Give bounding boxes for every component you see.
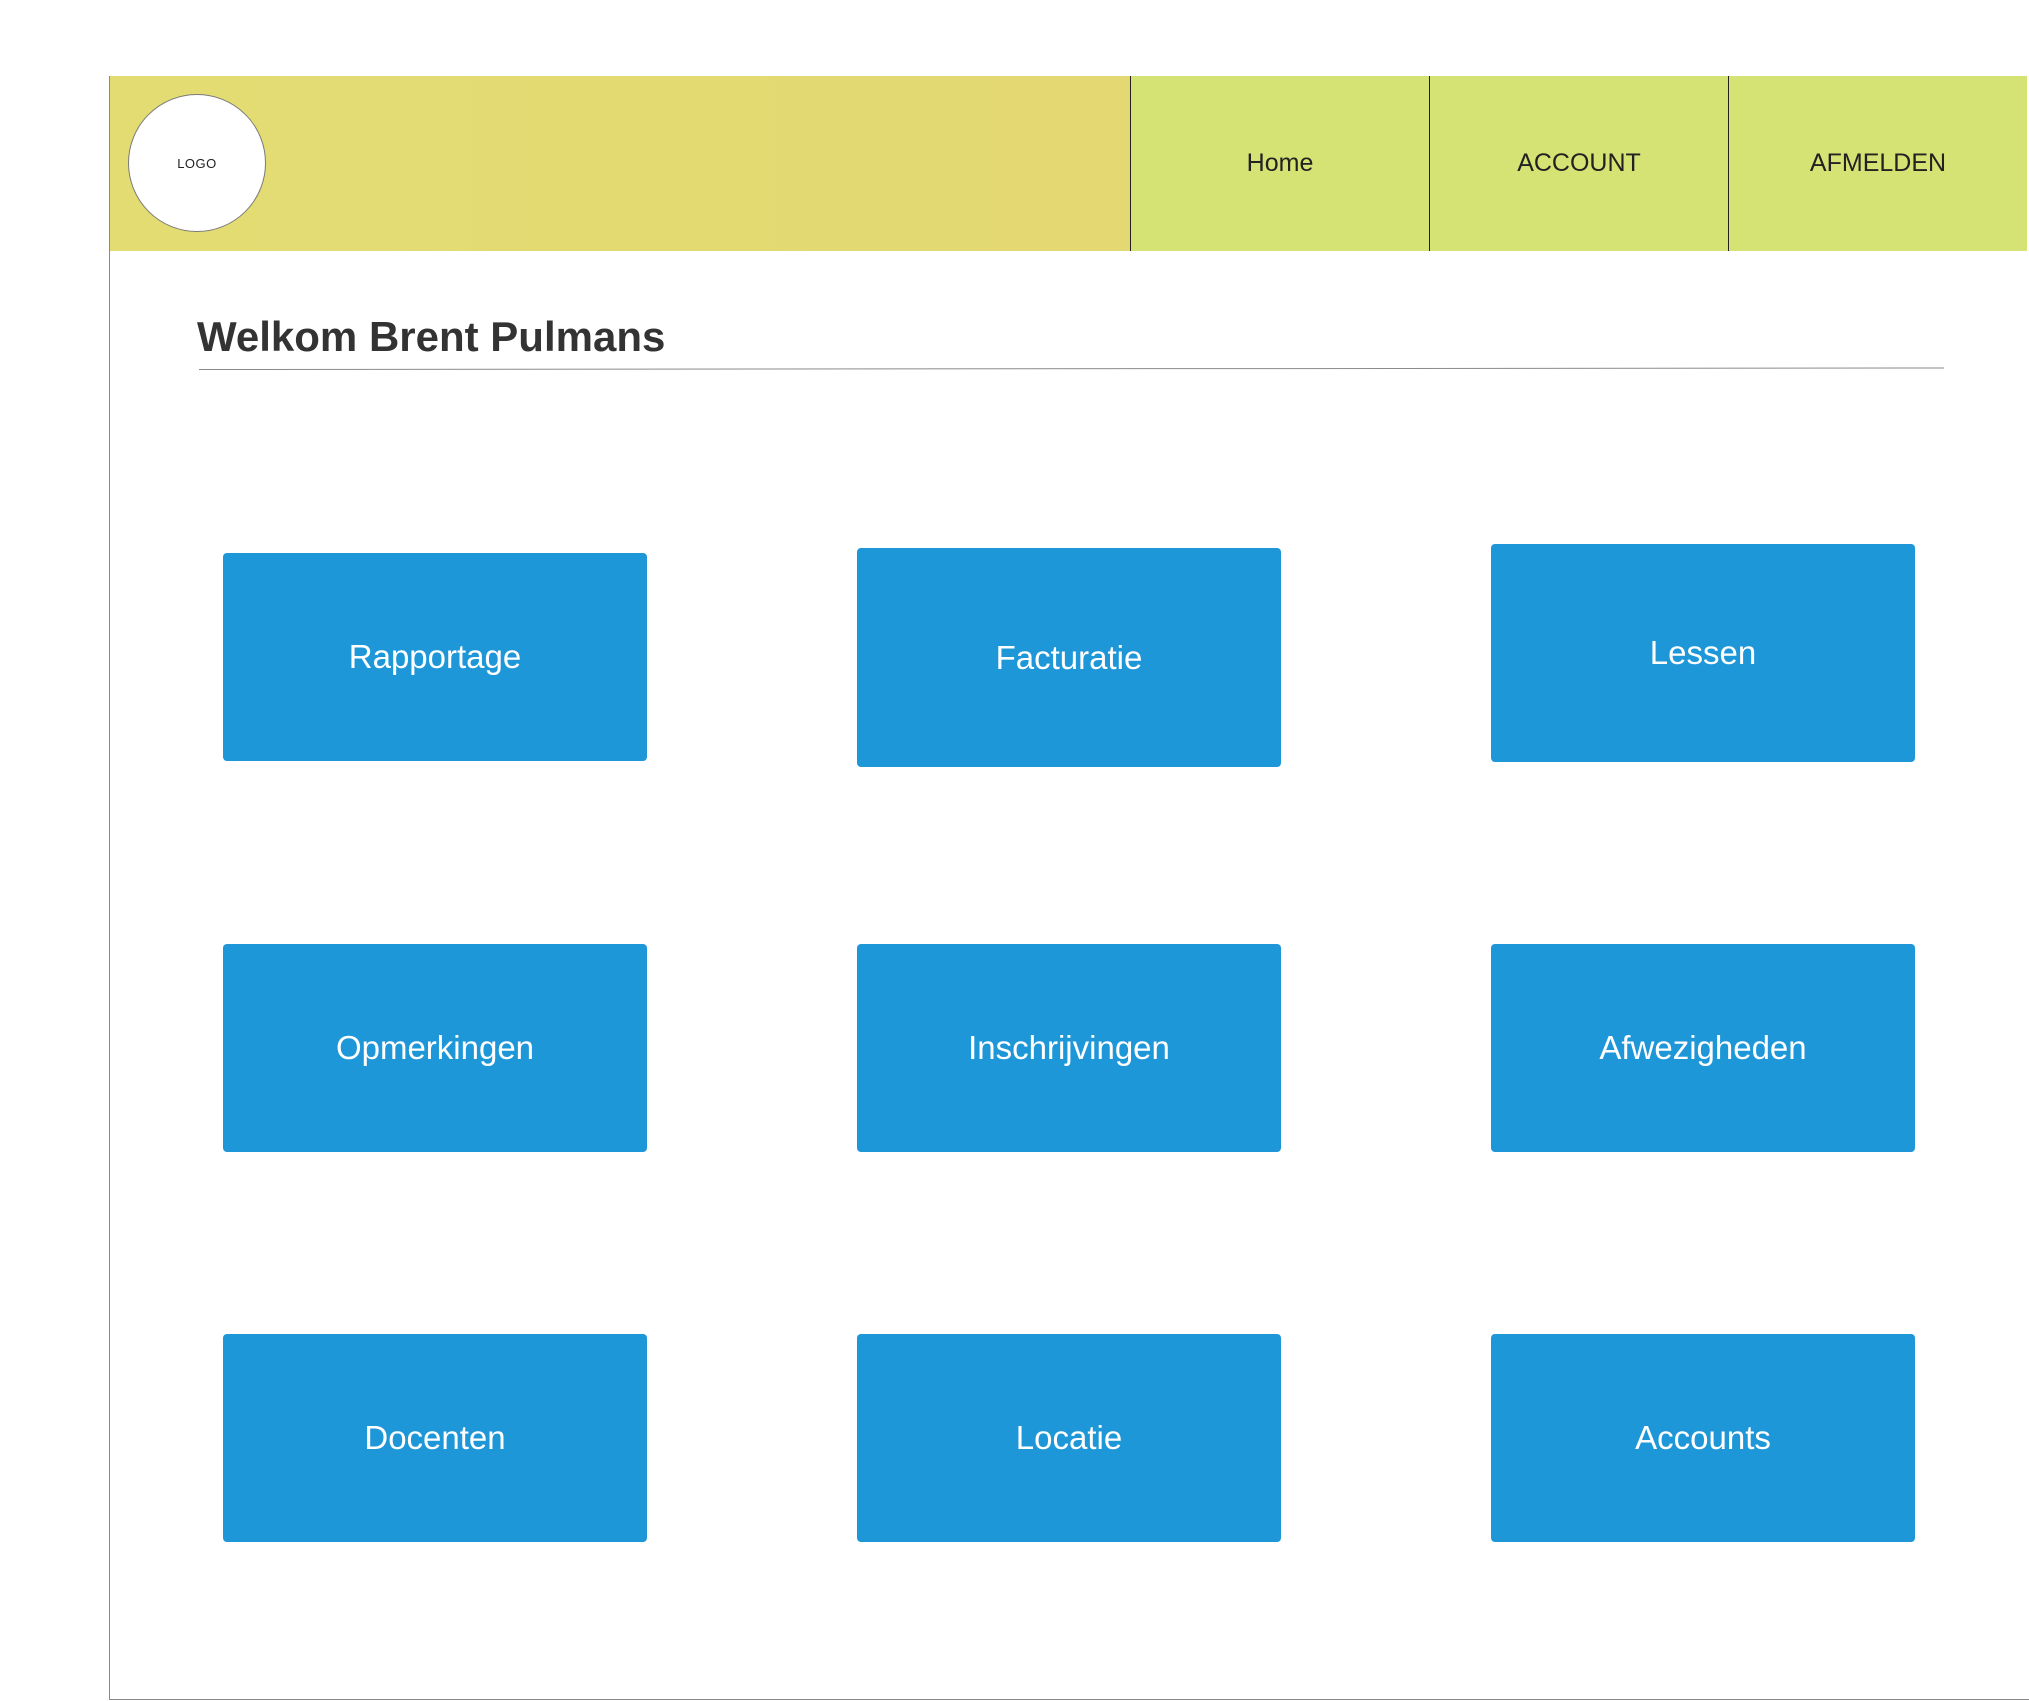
logo-text: LOGO bbox=[177, 155, 217, 171]
brand-bar: LOGO bbox=[110, 76, 1130, 251]
tile-afwezigheden[interactable]: Afwezigheden bbox=[1491, 944, 1915, 1152]
nav-logout[interactable]: AFMELDEN bbox=[1728, 76, 2027, 251]
tile-facturatie[interactable]: Facturatie bbox=[857, 548, 1281, 767]
tile-opmerkingen[interactable]: Opmerkingen bbox=[223, 944, 647, 1152]
nav-home[interactable]: Home bbox=[1130, 76, 1429, 251]
nav-account[interactable]: ACCOUNT bbox=[1429, 76, 1728, 251]
main-nav: Home ACCOUNT AFMELDEN bbox=[1130, 76, 2027, 251]
tile-lessen[interactable]: Lessen bbox=[1491, 544, 1915, 762]
header: LOGO Home ACCOUNT AFMELDEN bbox=[110, 76, 2029, 251]
tile-rapportage[interactable]: Rapportage bbox=[223, 553, 647, 761]
tile-docenten[interactable]: Docenten bbox=[223, 1334, 647, 1542]
page-title: Welkom Brent Pulmans bbox=[197, 313, 666, 360]
tile-locatie[interactable]: Locatie bbox=[857, 1334, 1281, 1542]
tile-accounts[interactable]: Accounts bbox=[1491, 1334, 1915, 1542]
logo[interactable]: LOGO bbox=[128, 94, 266, 232]
tile-inschrijvingen[interactable]: Inschrijvingen bbox=[857, 944, 1281, 1152]
